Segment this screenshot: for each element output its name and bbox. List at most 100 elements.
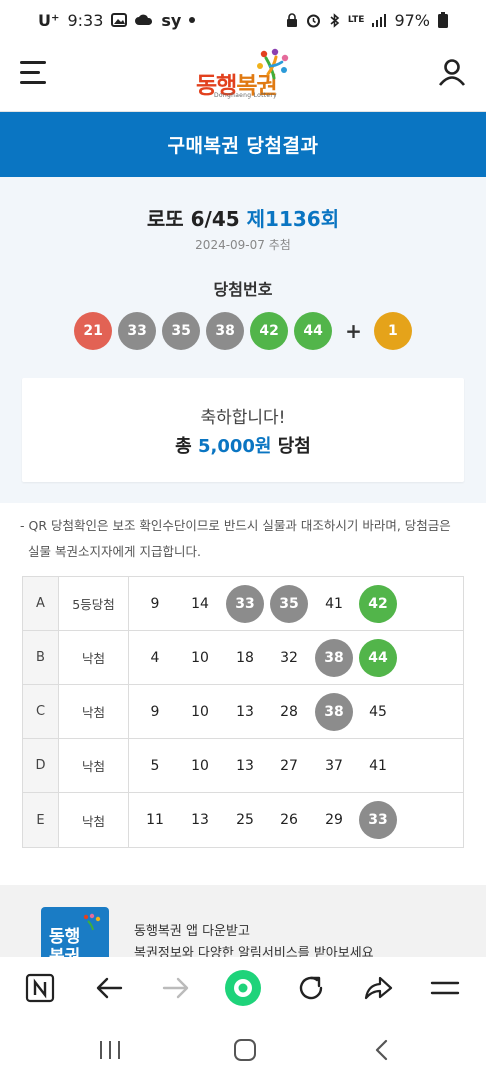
ticket-number: 5 — [150, 758, 160, 774]
ticket-number: 25 — [236, 812, 254, 828]
matched-number: 33 — [226, 585, 264, 623]
ticket-number: 41 — [369, 758, 387, 774]
carrier-label: U⁺ — [38, 10, 60, 30]
bonus-plus-sign: + — [345, 319, 362, 343]
tabs-menu-icon[interactable] — [430, 973, 460, 1007]
logo-emblem-icon — [257, 48, 289, 80]
qr-notice: - QR 당첨확인은 보조 확인수단이므로 반드시 실물과 대조하시기 바라며,… — [20, 513, 470, 565]
system-nav-bar — [0, 1021, 486, 1080]
logo-subtitle: Donghaeng Lottery — [214, 92, 278, 99]
bonus-ball: 1 — [373, 312, 412, 350]
share-icon[interactable] — [362, 973, 394, 1007]
winning-ball: 21 — [74, 312, 113, 350]
ticket-number: 32 — [280, 650, 298, 666]
ticket-number: 4 — [150, 650, 160, 666]
ticket-number: 28 — [280, 704, 298, 720]
game-label: C — [23, 685, 59, 738]
ticket-numbers: 11 13 25 26 29 33 — [129, 793, 463, 847]
gallery-icon — [111, 13, 128, 27]
ticket-row: D 낙첨 5 10 13 27 37 41 — [23, 739, 463, 793]
app-download-banner[interactable]: 동행 복권 동행복권 앱 다운받고 복권정보와 다양한 알림서비스를 받아보세요 — [0, 885, 486, 957]
bluetooth-icon — [329, 12, 340, 28]
site-logo[interactable]: 동행복권 Donghaeng Lottery — [196, 48, 296, 104]
lock-icon — [286, 12, 298, 28]
ticket-numbers: 9 10 13 28 38 45 — [129, 685, 463, 738]
matched-number: 33 — [359, 801, 397, 839]
ticket-number: 10 — [191, 758, 209, 774]
back-icon[interactable] — [94, 973, 124, 1007]
carrier-extra: sy — [161, 10, 182, 30]
draw-date: 2024-09-07 추첨 — [195, 238, 291, 252]
back-nav-icon[interactable] — [372, 1039, 392, 1065]
rank-result: 낙첨 — [59, 739, 129, 792]
menu-icon[interactable] — [20, 60, 48, 86]
naver-icon[interactable] — [25, 973, 55, 1007]
ticket-number: 13 — [236, 758, 254, 774]
draw-result-panel: 로또 6/45 제1136회 2024-09-07 추첨 당첨번호 21 33 35… — [0, 177, 486, 503]
signal-icon — [372, 13, 387, 27]
ticket-number: 13 — [236, 704, 254, 720]
user-icon[interactable] — [438, 58, 466, 90]
ticket-numbers: 9 14 33 35 41 42 — [129, 577, 463, 630]
ticket-row: E 낙첨 11 13 25 26 29 33 — [23, 793, 463, 847]
ticket-number: 13 — [191, 812, 209, 828]
winning-numbers-label: 당첨번호 — [213, 280, 273, 299]
home-icon[interactable] — [224, 969, 262, 1011]
game-label: D — [23, 739, 59, 792]
winning-ball: 38 — [206, 312, 245, 350]
prize-summary-card: 축하합니다! 총 5,000원 당첨 — [22, 378, 464, 482]
rank-result: 5등당첨 — [59, 577, 129, 630]
promo-line-2: 복권정보와 다양한 알림서비스를 받아보세요 — [134, 946, 374, 957]
status-bar: U⁺ 9:33 sy LTE 97% — [0, 0, 486, 40]
page-title: 구매복권 당첨결과 — [0, 112, 486, 177]
matched-number: 42 — [359, 585, 397, 623]
recent-apps-icon[interactable] — [98, 1039, 122, 1065]
ticket-number: 10 — [191, 704, 209, 720]
matched-number: 35 — [270, 585, 308, 623]
ticket-number: 9 — [150, 596, 160, 612]
draw-round: 제1136회 — [246, 207, 340, 231]
total-prize: 총 5,000원 당첨 — [175, 436, 311, 457]
ticket-table: A 5등당첨 9 14 33 35 41 42 B 낙첨 4 10 18 32 38 44 C 낙첨 9 10 13 28… — [22, 576, 464, 848]
reload-icon[interactable] — [296, 973, 326, 1007]
notice-line-1: - QR 당첨확인은 보조 확인수단이므로 반드시 실물과 대조하시기 바라며,… — [20, 518, 451, 533]
ticket-number: 29 — [325, 812, 343, 828]
cloud-icon — [135, 14, 153, 26]
ticket-number: 9 — [150, 704, 160, 720]
ticket-numbers: 5 10 13 27 37 41 — [129, 739, 463, 792]
winning-ball: 33 — [118, 312, 157, 350]
ticket-number: 45 — [369, 704, 387, 720]
promo-text: 동행복권 앱 다운받고 복권정보와 다양한 알림서비스를 받아보세요 — [134, 921, 374, 957]
app-header: 동행복권 Donghaeng Lottery — [0, 40, 486, 112]
ticket-number: 41 — [325, 596, 343, 612]
ticket-number: 37 — [325, 758, 343, 774]
ticket-number: 10 — [191, 650, 209, 666]
forward-icon[interactable] — [161, 973, 191, 1007]
matched-number: 44 — [359, 639, 397, 677]
network-label: LTE — [347, 14, 365, 25]
winning-ball: 42 — [250, 312, 289, 350]
rank-result: 낙첨 — [59, 685, 129, 738]
ticket-number: 11 — [146, 812, 164, 828]
ticket-number: 27 — [280, 758, 298, 774]
game-label: B — [23, 631, 59, 684]
congrats-text: 축하합니다! — [200, 408, 286, 428]
alarm-icon — [306, 13, 321, 28]
rank-result: 낙첨 — [59, 793, 129, 847]
browser-toolbar — [0, 957, 486, 1021]
ticket-row: C 낙첨 9 10 13 28 38 45 — [23, 685, 463, 739]
game-label: A — [23, 577, 59, 630]
home-nav-icon[interactable] — [233, 1039, 257, 1065]
app-icon-label: 동행 복권 — [49, 927, 81, 957]
prize-amount: 5,000원 — [197, 436, 272, 457]
dot-icon — [189, 17, 196, 23]
winning-ball: 35 — [162, 312, 201, 350]
ticket-row: A 5등당첨 9 14 33 35 41 42 — [23, 577, 463, 631]
promo-line-1: 동행복권 앱 다운받고 — [134, 924, 250, 939]
matched-number: 38 — [315, 693, 353, 731]
winning-numbers: 21 33 35 38 42 44 +1 — [0, 312, 486, 350]
game-label: E — [23, 793, 59, 847]
app-icon: 동행 복권 — [41, 907, 109, 957]
battery-icon — [438, 12, 448, 28]
battery-label: 97% — [394, 10, 430, 30]
